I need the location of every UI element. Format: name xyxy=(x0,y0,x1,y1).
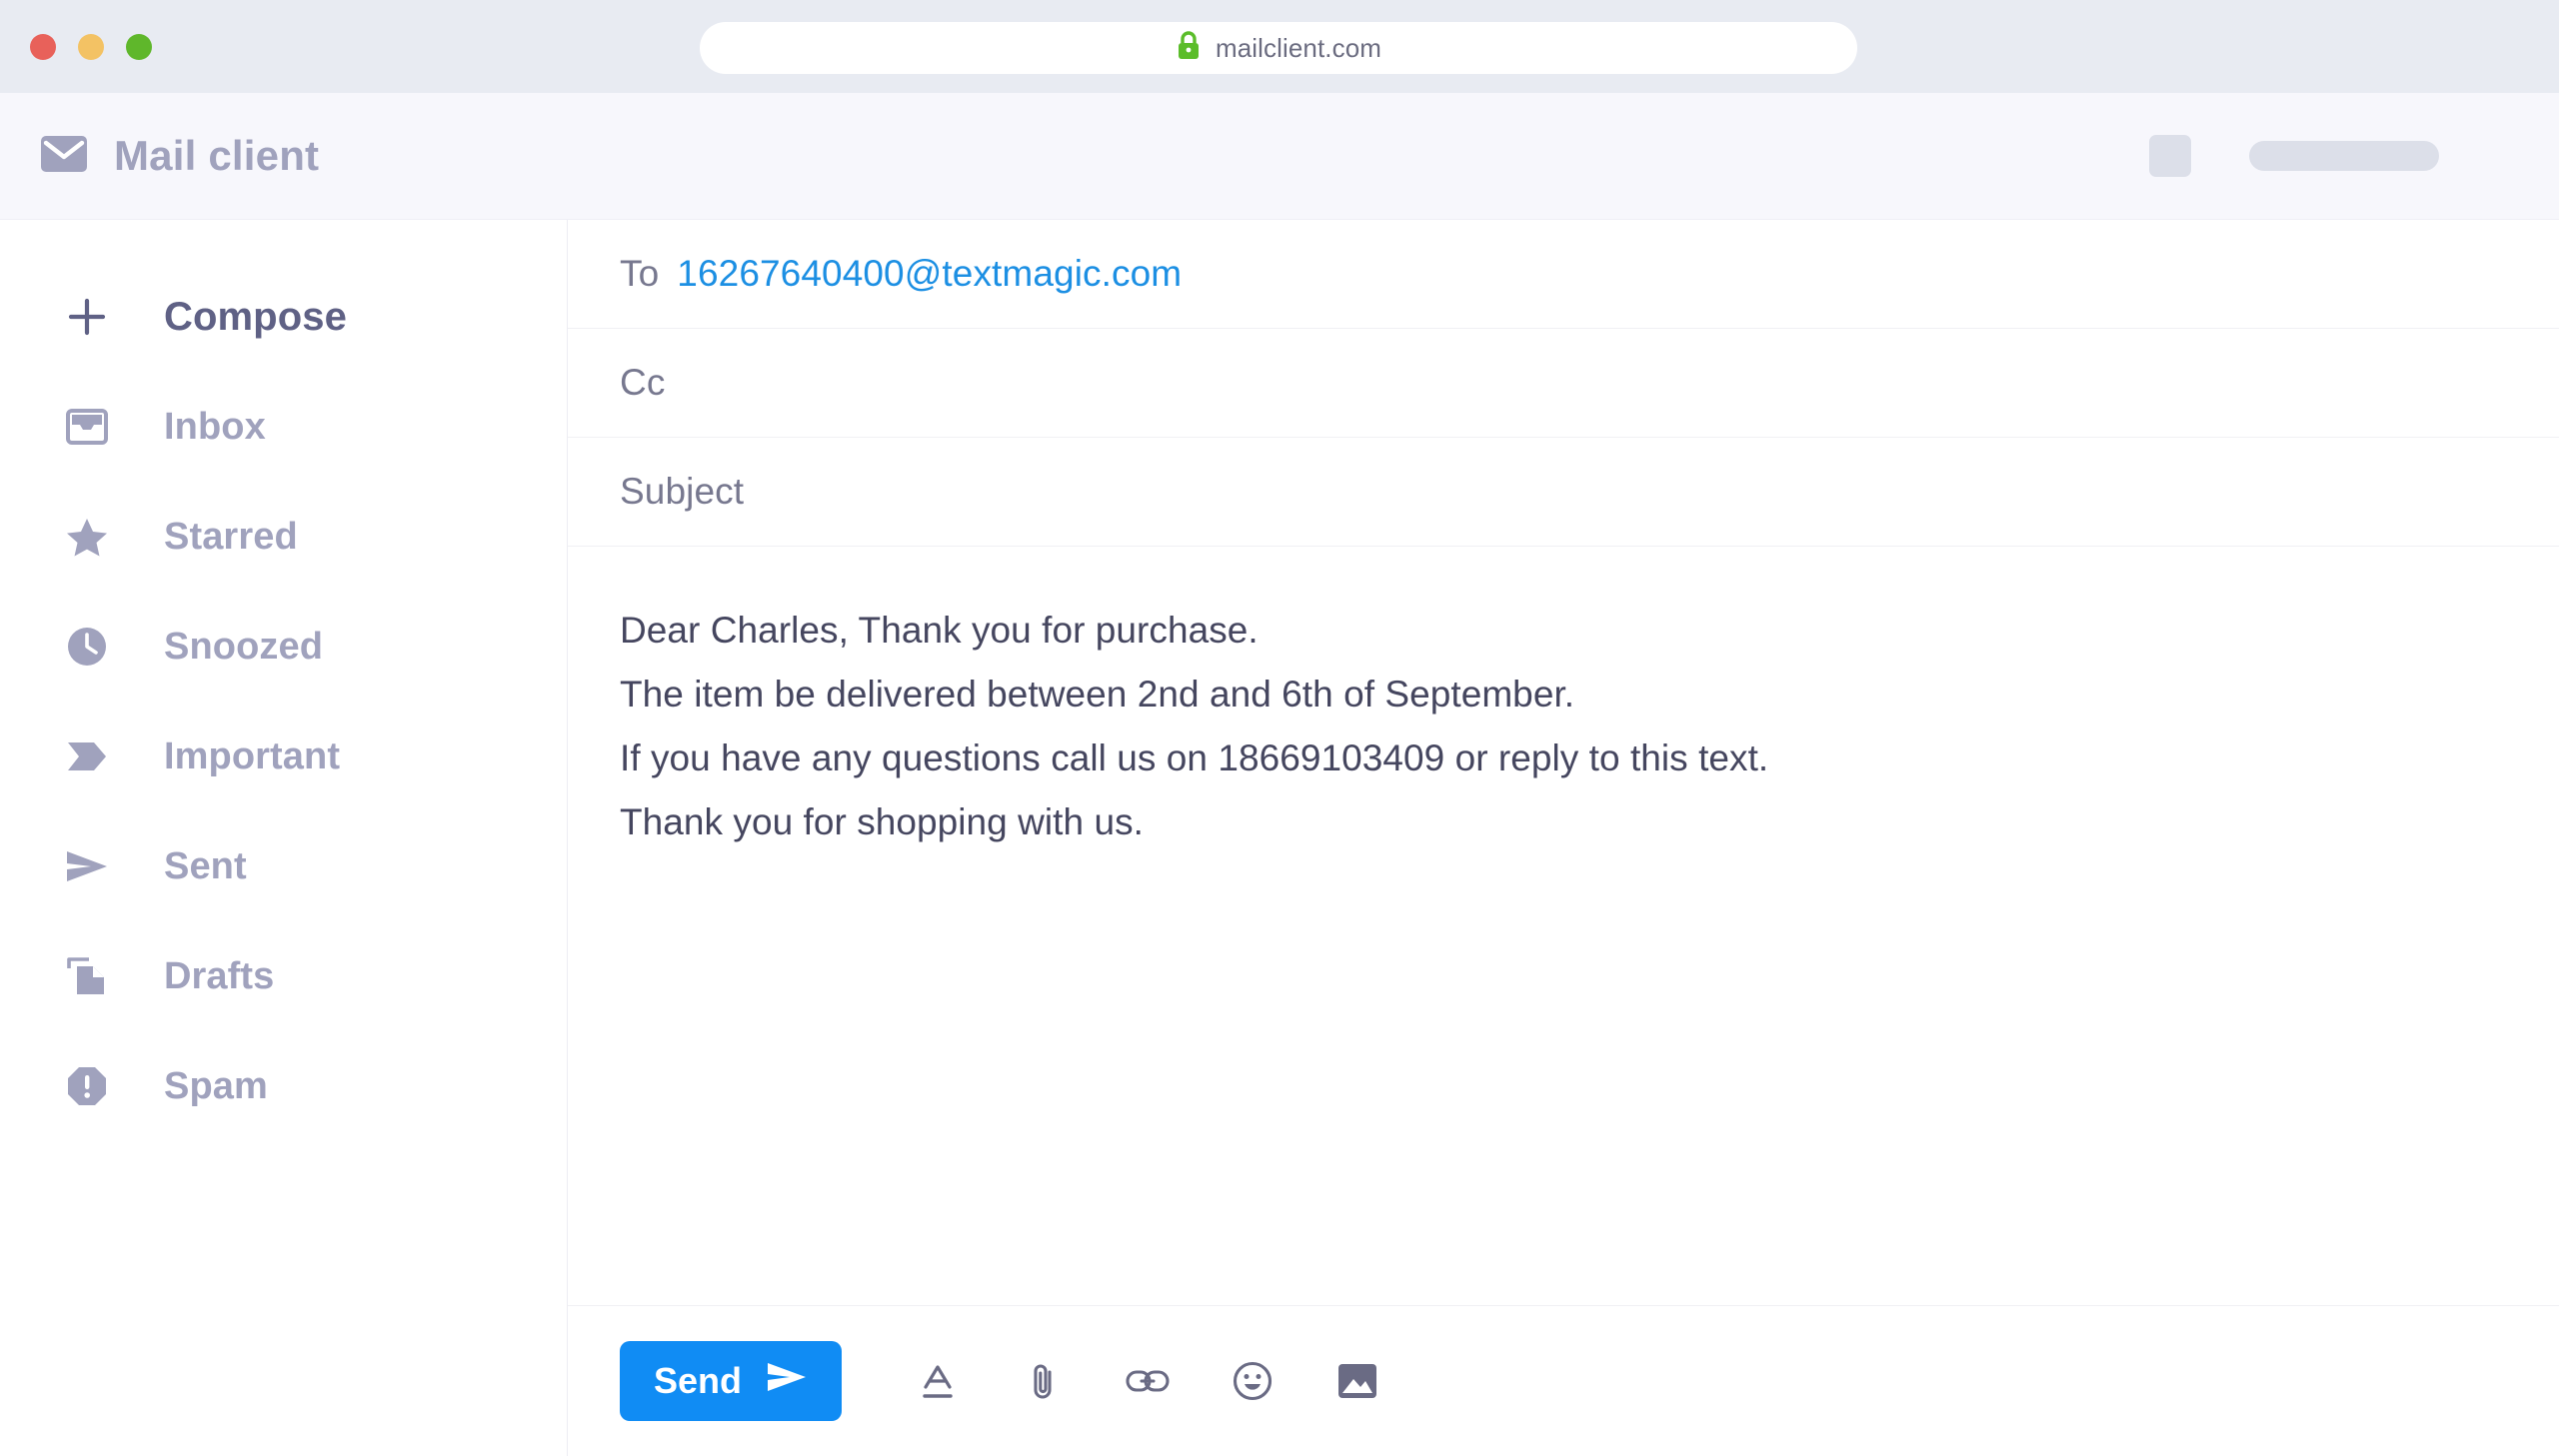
lock-icon xyxy=(1176,30,1202,66)
sidebar-item-label: Sent xyxy=(164,844,247,887)
compose-toolbar: Send xyxy=(568,1306,2559,1456)
compose-pane: To 16267640400@textmagic.com Cc Subject … xyxy=(568,220,2559,1456)
attachment-icon[interactable] xyxy=(1021,1359,1065,1403)
app-body: Compose Inbox Starred Snoozed Important … xyxy=(0,220,2559,1456)
mail-client-window: mailclient.com Mail client Compose Inbox… xyxy=(0,0,2559,1456)
skeleton-bar[interactable] xyxy=(2249,141,2439,171)
message-body[interactable]: Dear Charles, Thank you for purchase. Th… xyxy=(568,547,2559,1306)
brand-title: Mail client xyxy=(114,132,320,179)
cc-field[interactable]: Cc xyxy=(568,329,2559,438)
subject-placeholder: Subject xyxy=(620,471,745,512)
to-value[interactable]: 16267640400@textmagic.com xyxy=(677,253,1182,295)
body-line: Dear Charles, Thank you for purchase. xyxy=(620,610,1259,651)
header-right xyxy=(2149,135,2439,177)
text-format-icon[interactable] xyxy=(916,1359,960,1403)
star-icon xyxy=(58,516,116,558)
sidebar-item-label: Inbox xyxy=(164,405,266,448)
sidebar-item-drafts[interactable]: Drafts xyxy=(0,921,567,1031)
body-line: The item be delivered between 2nd and 6t… xyxy=(620,674,1575,715)
emoji-icon[interactable] xyxy=(1231,1359,1275,1403)
sidebar-item-label: Compose xyxy=(164,294,347,339)
traffic-lights xyxy=(0,33,152,60)
to-field[interactable]: To 16267640400@textmagic.com xyxy=(568,220,2559,329)
link-icon[interactable] xyxy=(1126,1359,1170,1403)
sidebar-item-snoozed[interactable]: Snoozed xyxy=(0,592,567,702)
send-button[interactable]: Send xyxy=(620,1341,843,1421)
to-label: To xyxy=(620,253,660,294)
window-close-button[interactable] xyxy=(30,33,56,60)
sidebar-item-compose[interactable]: Compose xyxy=(0,262,567,372)
sidebar-item-starred[interactable]: Starred xyxy=(0,482,567,592)
sidebar-item-label: Snoozed xyxy=(164,625,324,668)
send-button-label: Send xyxy=(654,1360,743,1401)
clock-icon xyxy=(58,625,116,669)
address-bar-url: mailclient.com xyxy=(1215,32,1382,63)
sidebar-item-label: Starred xyxy=(164,515,298,558)
browser-chrome: mailclient.com xyxy=(0,0,2559,93)
sidebar-item-label: Drafts xyxy=(164,954,275,997)
body-line: Thank you for shopping with us. xyxy=(620,801,1144,842)
address-bar[interactable]: mailclient.com xyxy=(700,22,1857,74)
sidebar-item-important[interactable]: Important xyxy=(0,702,567,811)
app-header: Mail client xyxy=(0,93,2559,220)
paper-plane-icon xyxy=(766,1360,808,1402)
toolbar-icons xyxy=(916,1359,1379,1403)
plus-icon xyxy=(58,295,116,339)
brand[interactable]: Mail client xyxy=(40,132,319,180)
window-maximize-button[interactable] xyxy=(126,33,152,60)
body-line: If you have any questions call us on 186… xyxy=(620,737,1769,778)
sidebar-item-spam[interactable]: Spam xyxy=(0,1031,567,1141)
sidebar-item-label: Spam xyxy=(164,1064,268,1107)
insert-image-icon[interactable] xyxy=(1335,1359,1379,1403)
label-icon xyxy=(58,739,116,773)
inbox-icon xyxy=(58,407,116,447)
skeleton-square[interactable] xyxy=(2149,135,2191,177)
spam-icon xyxy=(58,1064,116,1108)
documents-icon xyxy=(58,954,116,998)
subject-field[interactable]: Subject xyxy=(568,438,2559,547)
envelope-icon xyxy=(40,135,88,178)
sidebar-item-inbox[interactable]: Inbox xyxy=(0,372,567,482)
sidebar-item-label: Important xyxy=(164,734,341,777)
cc-placeholder: Cc xyxy=(620,362,666,403)
send-icon xyxy=(58,848,116,884)
sidebar-item-sent[interactable]: Sent xyxy=(0,811,567,921)
sidebar: Compose Inbox Starred Snoozed Important … xyxy=(0,220,568,1456)
window-minimize-button[interactable] xyxy=(78,33,104,60)
